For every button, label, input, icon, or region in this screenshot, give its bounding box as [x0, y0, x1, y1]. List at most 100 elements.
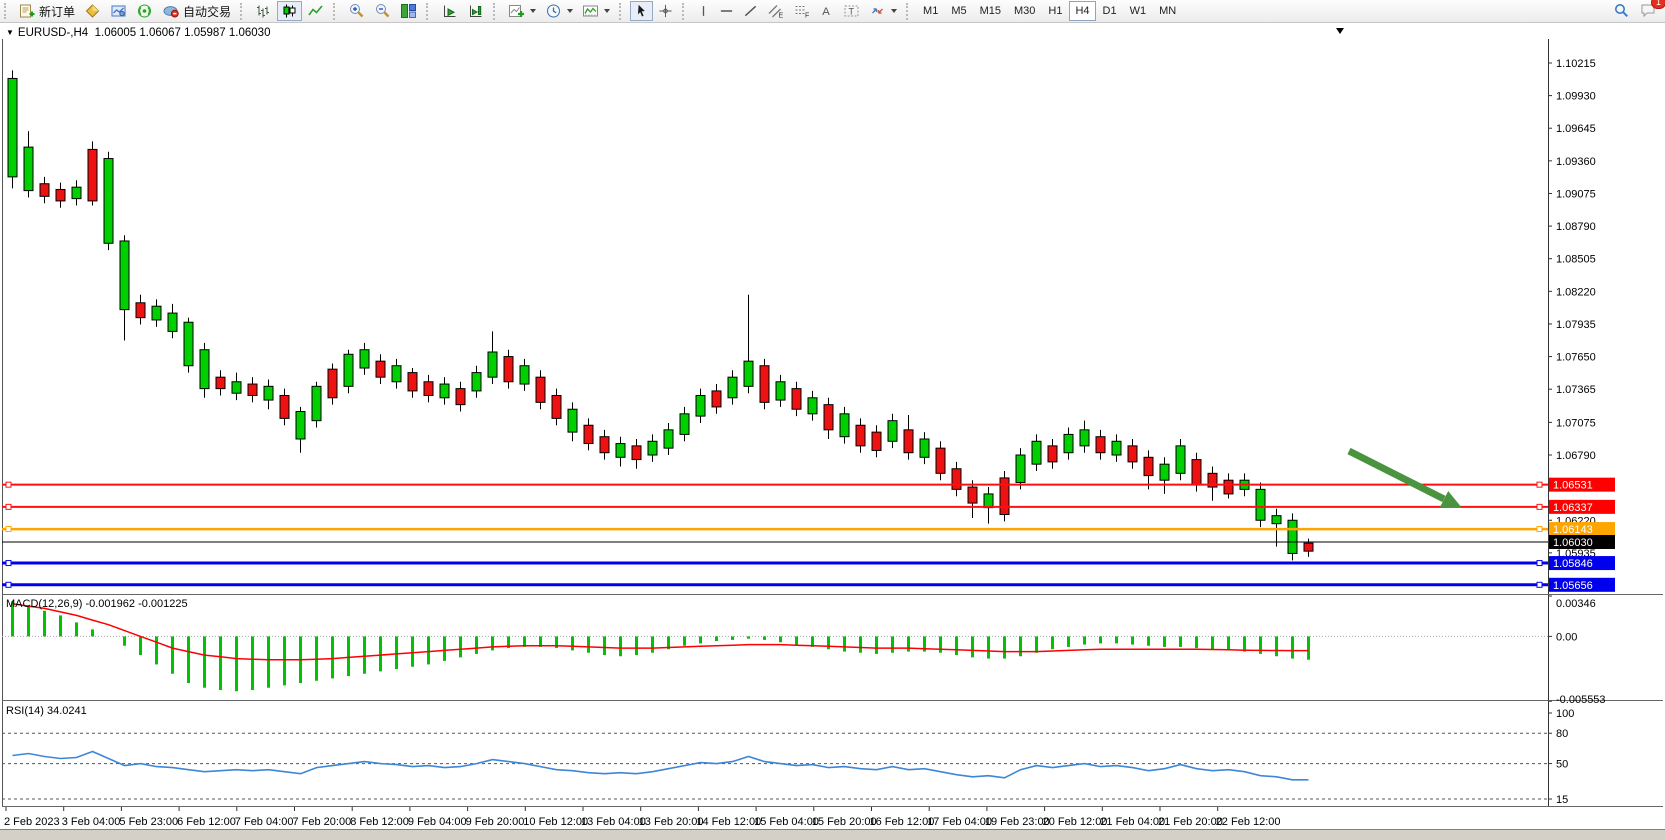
tile-windows-button[interactable] [396, 1, 421, 21]
new-order-button[interactable]: 新订单 [15, 1, 79, 21]
vertical-line-tool-button[interactable] [693, 1, 714, 21]
candle [24, 147, 33, 190]
timeframe-h1-button[interactable]: H1 [1042, 1, 1068, 21]
line-handle[interactable] [6, 482, 11, 487]
candle [904, 430, 913, 453]
candle [1064, 434, 1073, 452]
macd-histogram-bar [1259, 636, 1262, 654]
candle [312, 386, 321, 420]
price-tick-label: 1.08220 [1556, 286, 1596, 298]
candle [248, 384, 257, 395]
line-handle[interactable] [6, 561, 11, 566]
macd-histogram-bar [1179, 636, 1182, 647]
macd-histogram-bar [219, 636, 222, 690]
candle [696, 395, 705, 416]
macd-histogram-bar [1019, 636, 1022, 656]
macd-histogram-bar [395, 636, 398, 669]
search-button[interactable] [1609, 1, 1634, 21]
macd-histogram-bar [443, 636, 446, 661]
timeframe-m15-button[interactable]: M15 [974, 1, 1007, 21]
candle [856, 425, 865, 446]
candle-chart-button[interactable] [277, 1, 302, 21]
new-chart-button[interactable] [504, 1, 540, 21]
cursor-tool-button[interactable] [630, 1, 653, 21]
chart-shift-button[interactable] [463, 1, 488, 21]
line-handle[interactable] [6, 582, 11, 587]
profiles-button[interactable] [106, 1, 131, 21]
svg-text:F: F [805, 13, 809, 20]
macd-histogram-bar [955, 636, 958, 655]
price-tick-label: 1.09360 [1556, 156, 1596, 168]
date-label: 19 Feb 23:00 [985, 816, 1050, 828]
candle [376, 361, 385, 377]
candle [1288, 520, 1297, 553]
timeframe-m5-button[interactable]: M5 [945, 1, 972, 21]
trendline-icon [743, 3, 758, 19]
fibonacci-tool-button[interactable]: F [789, 1, 814, 21]
candle [440, 384, 449, 398]
auto-scroll-icon [441, 3, 458, 19]
toolbar-grip[interactable] [4, 3, 11, 19]
trendline-tool-button[interactable] [739, 1, 762, 21]
toolbar-separator [906, 3, 912, 20]
shapes-tool-button[interactable] [865, 1, 901, 21]
macd-histogram-bar [27, 606, 30, 636]
date-label: 21 Feb 20:00 [1158, 816, 1223, 828]
macd-histogram-bar [139, 636, 142, 655]
timeframe-m30-button[interactable]: M30 [1008, 1, 1041, 21]
crosshair-tool-button[interactable] [654, 1, 677, 21]
autotrade-label: 自动交易 [183, 3, 231, 20]
macd-histogram-bar [203, 636, 206, 687]
autotrade-icon [162, 3, 180, 19]
macd-histogram-bar [475, 636, 478, 654]
price-tick-label: 1.07365 [1556, 384, 1596, 396]
timeframe-mn-button[interactable]: MN [1153, 1, 1182, 21]
candle [360, 350, 369, 368]
candle [56, 189, 65, 200]
macd-histogram-bar [283, 636, 286, 685]
period-selector-button[interactable] [541, 1, 577, 21]
indicators-button[interactable] [578, 1, 614, 21]
auto-scroll-button[interactable] [437, 1, 462, 21]
label-tool-button[interactable]: T [839, 1, 864, 21]
price-badge-label: 1.05656 [1553, 580, 1593, 592]
timeframe-h4-button[interactable]: H4 [1069, 1, 1095, 21]
line-handle[interactable] [6, 527, 11, 532]
signals-button[interactable] [132, 1, 157, 21]
line-handle[interactable] [1537, 482, 1542, 487]
line-handle[interactable] [1537, 561, 1542, 566]
period-icon [545, 3, 562, 19]
chart-background [0, 23, 1665, 840]
candle [456, 389, 465, 405]
shapes-icon [869, 3, 886, 19]
price-badge-label: 1.05846 [1553, 558, 1593, 570]
zoom-out-button[interactable] [370, 1, 395, 21]
bar-chart-button[interactable] [251, 1, 276, 21]
text-tool-button[interactable]: A [815, 1, 838, 21]
candle [504, 357, 513, 382]
macd-histogram-bar [1067, 636, 1070, 647]
zoom-out-icon [374, 3, 391, 19]
line-handle[interactable] [1537, 504, 1542, 509]
timeframe-d1-button[interactable]: D1 [1097, 1, 1123, 21]
candle [216, 377, 225, 388]
toolbar-separator [493, 3, 499, 20]
timeframe-m1-button[interactable]: M1 [917, 1, 944, 21]
macd-histogram-bar [1307, 636, 1310, 659]
chevron-down-icon [604, 9, 610, 13]
timeframe-w1-button[interactable]: W1 [1124, 1, 1153, 21]
line-handle[interactable] [1537, 527, 1542, 532]
autotrade-button[interactable]: 自动交易 [158, 1, 235, 21]
candle [1032, 441, 1041, 464]
zoom-in-button[interactable] [344, 1, 369, 21]
price-tick-label: 1.07935 [1556, 319, 1596, 331]
line-chart-button[interactable] [303, 1, 328, 21]
chart-canvas[interactable]: 1.102151.099301.096451.093601.090751.087… [0, 23, 1665, 840]
channel-icon: E [767, 3, 784, 19]
channel-tool-button[interactable]: E [763, 1, 788, 21]
toolbar-separator [426, 3, 432, 20]
horizontal-line-tool-button[interactable] [715, 1, 738, 21]
templates-button[interactable] [80, 1, 105, 21]
line-handle[interactable] [6, 504, 11, 509]
line-handle[interactable] [1537, 582, 1542, 587]
